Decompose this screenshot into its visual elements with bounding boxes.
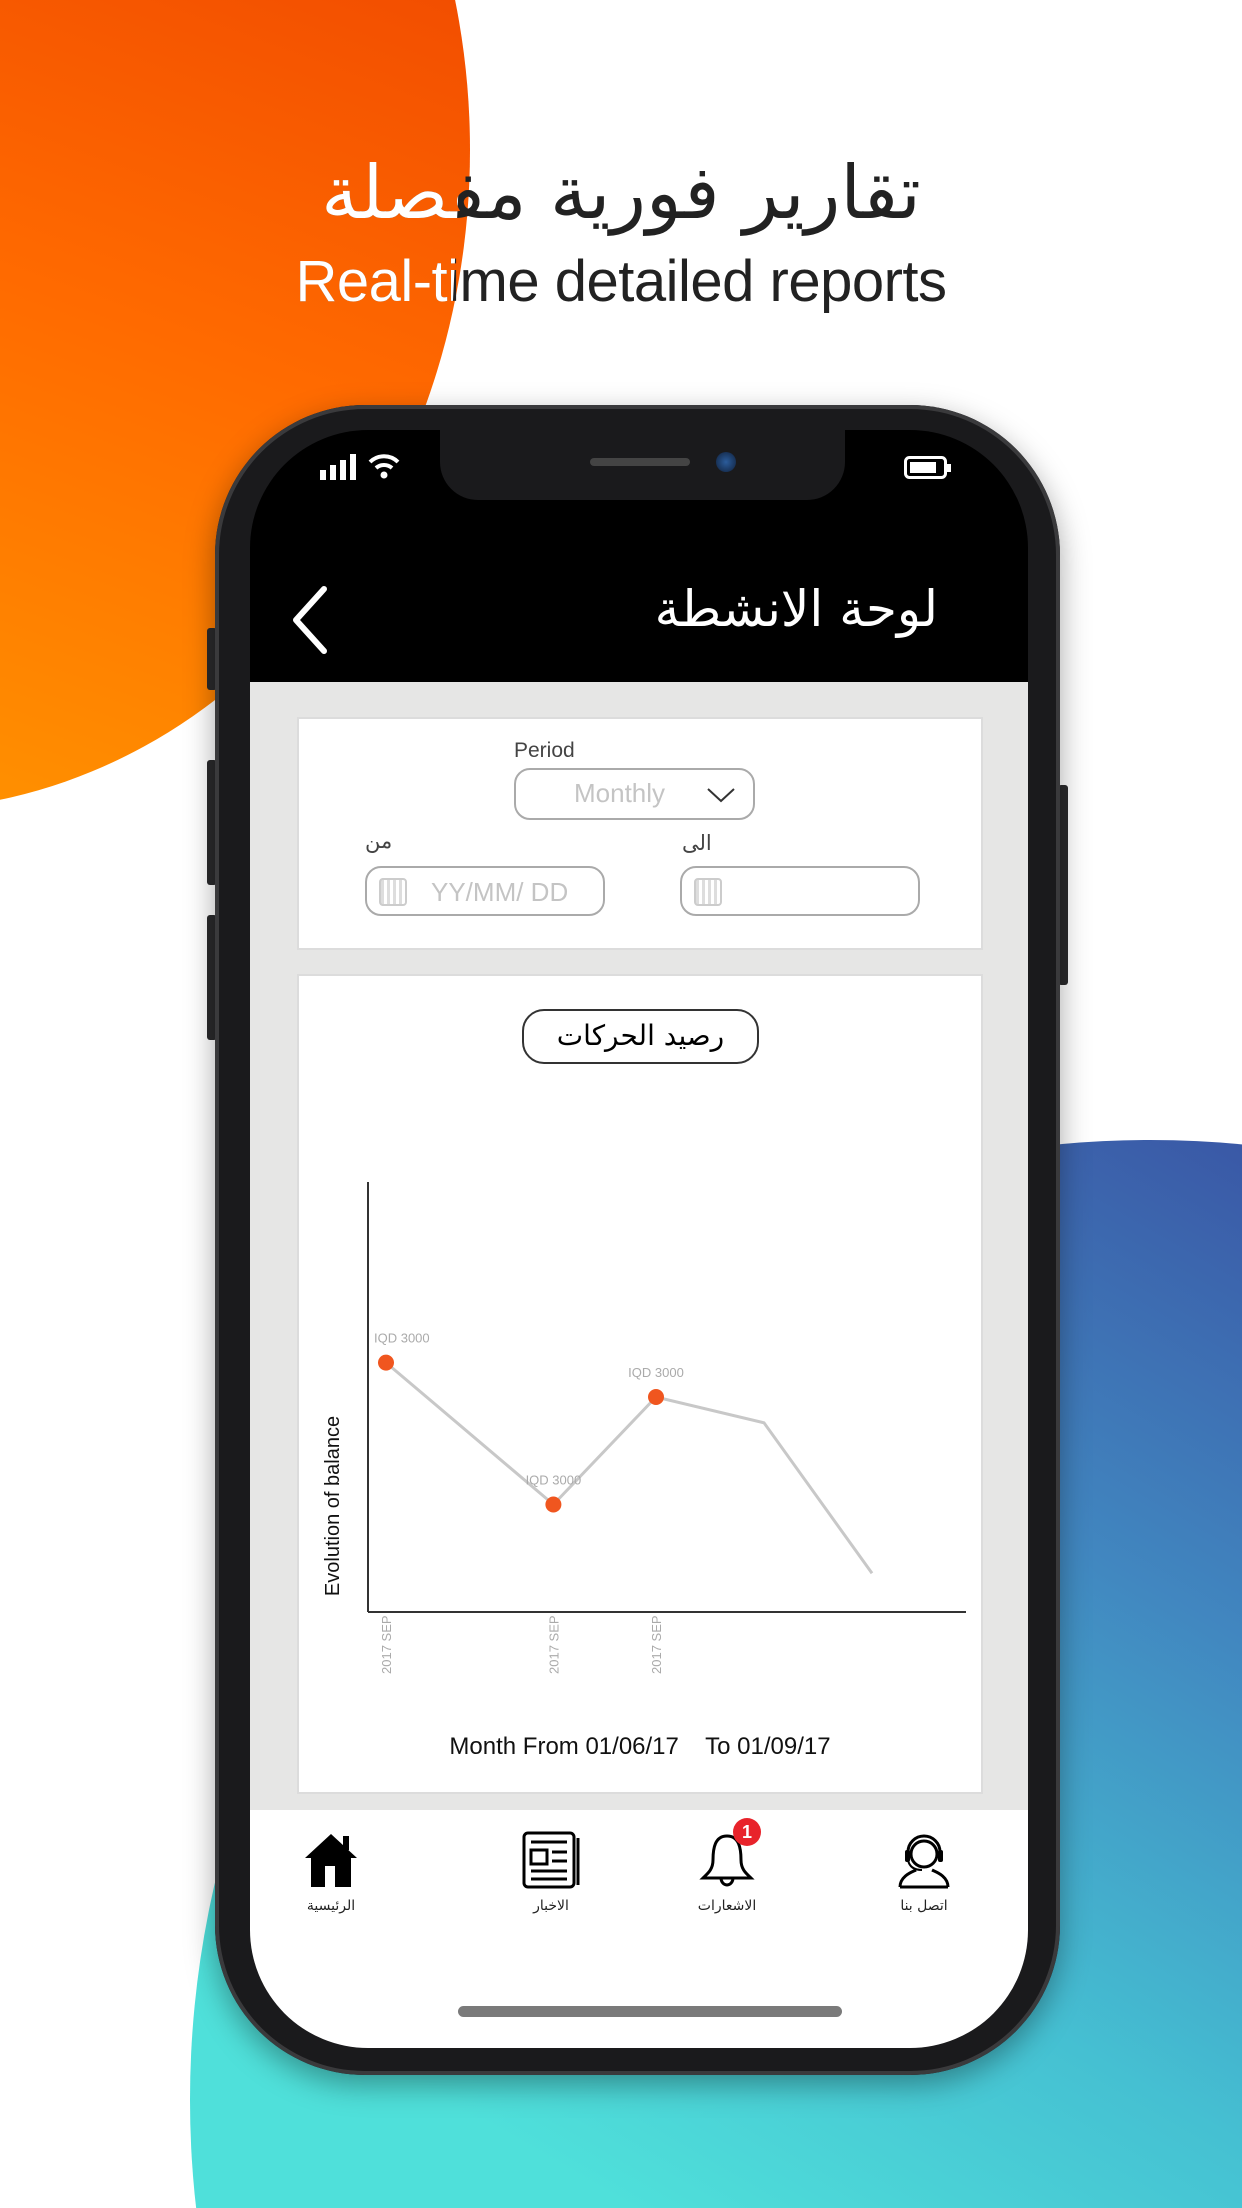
to-date-input[interactable] [680,866,920,916]
chart-period-caption: Month From 01/06/17 To 01/09/17 [449,1733,831,1760]
content-area: Period Monthly من YY/MM/ DD الى رصيد الح… [250,682,1028,1810]
balance-line-chart: Evolution of balance IQD 3000 2017 SEP IQD… [322,1182,966,1674]
nav-item-news[interactable]: الاخبار [491,1830,611,1914]
to-label: الى [682,831,712,855]
battery-icon [904,456,951,479]
y-axis-label: Evolution of balance [322,1416,344,1596]
headset-icon [898,1834,950,1889]
x-tick-label: 2017 SEP [379,1615,394,1674]
nav-label: اتصل بنا [900,1898,948,1914]
x-tick-label: 2017 SEP [546,1615,561,1674]
period-label: Period [514,739,575,762]
data-point[interactable] [545,1496,562,1513]
page-title: لوحة الانشطة [654,580,938,638]
series-line [385,1361,874,1575]
data-label: IQD 3000 [526,1473,582,1488]
home-icon [305,1834,357,1887]
data-label: IQD 3000 [374,1331,430,1346]
calendar-icon [694,878,722,906]
chart-card: رصيد الحركات Evolution of balance IQD 30… [297,974,983,1794]
data-point[interactable] [378,1354,394,1371]
nav-label: الاخبار [533,1898,569,1914]
camera [716,452,736,472]
bottom-nav: الرئيسية الاخبار 1 الاشعارات اتصل بنا [250,1810,1028,2048]
nav-item-notifications[interactable]: 1 الاشعارات [667,1818,787,1914]
wifi-icon [368,454,400,479]
filter-card: Period Monthly من YY/MM/ DD الى [297,717,983,950]
nav-item-contact[interactable]: اتصل بنا [864,1830,984,1914]
notification-badge: 1 [733,1818,761,1846]
data-point[interactable] [648,1389,664,1405]
back-button[interactable] [290,585,330,655]
signal-bars-icon [320,454,356,480]
period-value: Monthly [574,778,666,808]
chevron-down-icon [707,788,735,803]
nav-label: الاشعارات [697,1898,757,1914]
from-date-input[interactable]: YY/MM/ DD [365,866,605,916]
newspaper-icon [522,1831,580,1889]
period-dropdown[interactable]: Monthly [514,768,755,820]
nav-label: الرئيسية [306,1898,356,1914]
data-label: IQD 3000 [628,1365,684,1380]
from-date-placeholder: YY/MM/ DD [431,877,569,907]
speaker [590,458,690,466]
calendar-icon [379,878,407,906]
phone-screen: لوحة الانشطة Period Monthly من YY/MM/ DD… [250,430,1028,2048]
nav-item-home[interactable]: الرئيسية [271,1830,391,1914]
x-tick-label: 2017 SEP [649,1615,664,1674]
from-label: من [365,829,393,853]
notch [440,430,845,500]
home-indicator[interactable] [458,2006,842,2017]
